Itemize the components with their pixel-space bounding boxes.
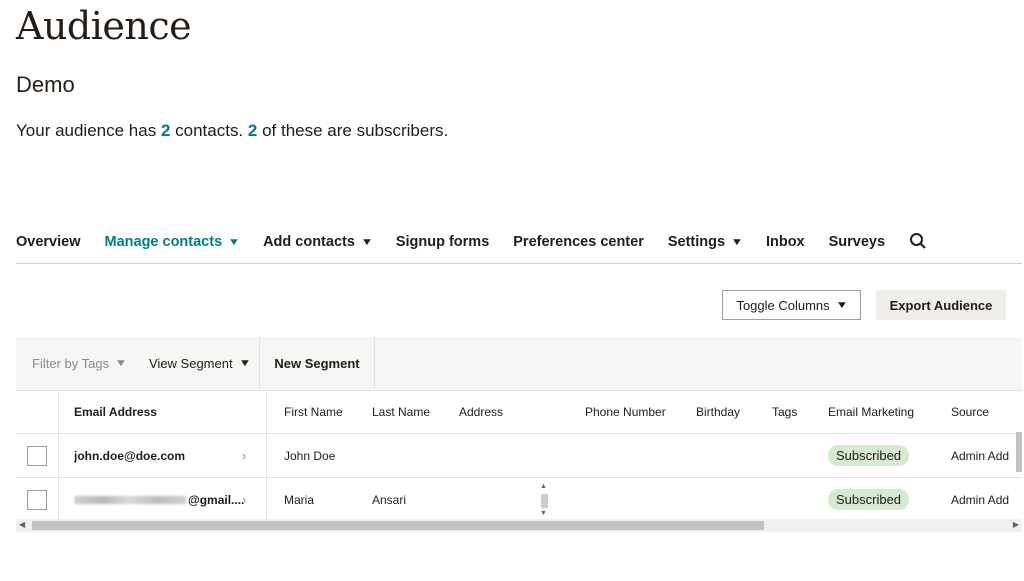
contact-first-name: John Doe [284, 448, 336, 463]
contact-email-domain: @gmail.... [188, 492, 245, 507]
export-audience-button[interactable]: Export Audience [876, 290, 1006, 320]
table-row[interactable]: @gmail.... › Maria Ansari ▲ ▼ Subscribed… [16, 478, 1022, 522]
view-segment-dropdown[interactable]: View Segment ▼ [149, 356, 251, 371]
chevron-right-icon[interactable]: › [242, 448, 246, 463]
column-header-email[interactable]: Email Address [74, 390, 264, 433]
column-divider [266, 434, 267, 477]
chevron-down-icon: ▼ [238, 358, 251, 369]
chevron-right-icon[interactable]: › [242, 492, 246, 507]
address-cell-scrollbar[interactable]: ▲ ▼ [539, 483, 549, 517]
nav-overview[interactable]: Overview [16, 230, 81, 254]
nav-label: Overview [16, 234, 81, 250]
arrow-down-icon[interactable]: ▼ [540, 510, 547, 517]
scrollbar-thumb[interactable] [32, 521, 764, 530]
row-checkbox[interactable] [27, 489, 47, 510]
contact-first-name: Maria [284, 492, 315, 507]
row-checkbox-cell [16, 434, 59, 477]
table-row[interactable]: john.doe@doe.com › John Doe Subscribed A… [16, 434, 1022, 478]
column-header-phone[interactable]: Phone Number [585, 390, 685, 433]
filter-by-tags-dropdown[interactable]: Filter by Tags ▼ [32, 356, 128, 371]
summary-middle: contacts. [170, 121, 248, 140]
audience-name: Demo [16, 72, 75, 97]
scrollbar-thumb[interactable] [541, 494, 548, 508]
table-vertical-scrollbar[interactable] [1016, 432, 1022, 472]
nav-inbox[interactable]: Inbox [766, 230, 805, 254]
contact-email[interactable]: john.doe@doe.com [74, 434, 264, 477]
column-header-tags[interactable]: Tags [772, 390, 812, 433]
column-divider [266, 478, 267, 521]
chevron-down-icon: ▼ [227, 236, 241, 248]
nav-signup-forms[interactable]: Signup forms [396, 230, 489, 254]
arrow-up-icon[interactable]: ▲ [540, 483, 547, 490]
email-marketing-cell: Subscribed [828, 434, 938, 477]
status-badge: Subscribed [828, 489, 910, 510]
column-header-first-name[interactable]: First Name [284, 390, 364, 433]
filter-by-tags-label: Filter by Tags [32, 356, 110, 371]
arrow-left-icon[interactable]: ◀ [19, 520, 25, 529]
column-divider [266, 390, 267, 433]
view-segment-label: View Segment [149, 356, 233, 371]
contacts-count: 2 [160, 121, 171, 140]
column-header-address[interactable]: Address [459, 390, 569, 433]
nav-label: Add contacts [263, 234, 355, 250]
nav-add-contacts[interactable]: Add contacts ▼ [263, 230, 374, 254]
nav-surveys[interactable]: Surveys [829, 230, 885, 254]
audience-nav: Overview Manage contacts ▼ Add contacts ▼ … [16, 230, 1022, 264]
chevron-down-icon: ▼ [114, 358, 128, 369]
audience-summary: Your audience has 2 contacts. 2 of these… [16, 121, 448, 141]
nav-manage-contacts[interactable]: Manage contacts ▼ [104, 230, 241, 254]
email-marketing-cell: Subscribed [828, 478, 938, 521]
contact-last-name: Ansari [372, 492, 407, 507]
contact-source: Admin Add [951, 492, 1010, 507]
nav-settings[interactable]: Settings ▼ [667, 230, 744, 254]
arrow-right-icon[interactable]: ▶ [1013, 520, 1019, 529]
nav-label: Inbox [765, 234, 805, 250]
status-badge: Subscribed [828, 445, 910, 466]
new-segment-button[interactable]: New Segment [259, 337, 375, 390]
nav-preferences-center[interactable]: Preferences center [513, 230, 644, 254]
chevron-down-icon: ▼ [835, 299, 849, 311]
contact-email[interactable]: @gmail.... [74, 478, 264, 521]
column-header-birthday[interactable]: Birthday [696, 390, 766, 433]
summary-suffix: of these are subscribers. [257, 121, 449, 140]
subscribers-count: 2 [247, 121, 258, 140]
contact-source: Admin Add [951, 448, 1010, 463]
chevron-down-icon: ▼ [360, 236, 374, 248]
contacts-table: Email Address First Name Last Name Addre… [16, 390, 1022, 522]
contact-last-name [372, 434, 452, 477]
table-header-row: Email Address First Name Last Name Addre… [16, 390, 1022, 434]
redacted-email-prefix [74, 495, 186, 504]
nav-label: Manage contacts [104, 234, 223, 250]
toggle-columns-label: Toggle Columns [736, 297, 830, 313]
table-horizontal-scrollbar[interactable]: ◀ ▶ [16, 519, 1022, 532]
nav-label: Preferences center [513, 234, 644, 250]
filter-bar: Filter by Tags ▼ View Segment ▼ New Segmen… [16, 337, 1022, 391]
search-icon[interactable] [909, 232, 927, 250]
row-checkbox-cell [16, 478, 59, 521]
header-checkbox-cell [16, 390, 59, 433]
column-header-source[interactable]: Source [951, 390, 1022, 433]
toggle-columns-button[interactable]: Toggle Columns ▼ [722, 290, 861, 320]
nav-label: Settings [667, 234, 726, 250]
chevron-down-icon: ▼ [730, 236, 744, 248]
row-checkbox[interactable] [27, 445, 47, 466]
summary-prefix: Your audience has [16, 121, 161, 140]
nav-label: Surveys [828, 234, 886, 250]
page-title: Audience [16, 4, 192, 48]
column-header-last-name[interactable]: Last Name [372, 390, 452, 433]
nav-label: Signup forms [395, 234, 490, 250]
column-header-email-marketing[interactable]: Email Marketing [828, 390, 938, 433]
